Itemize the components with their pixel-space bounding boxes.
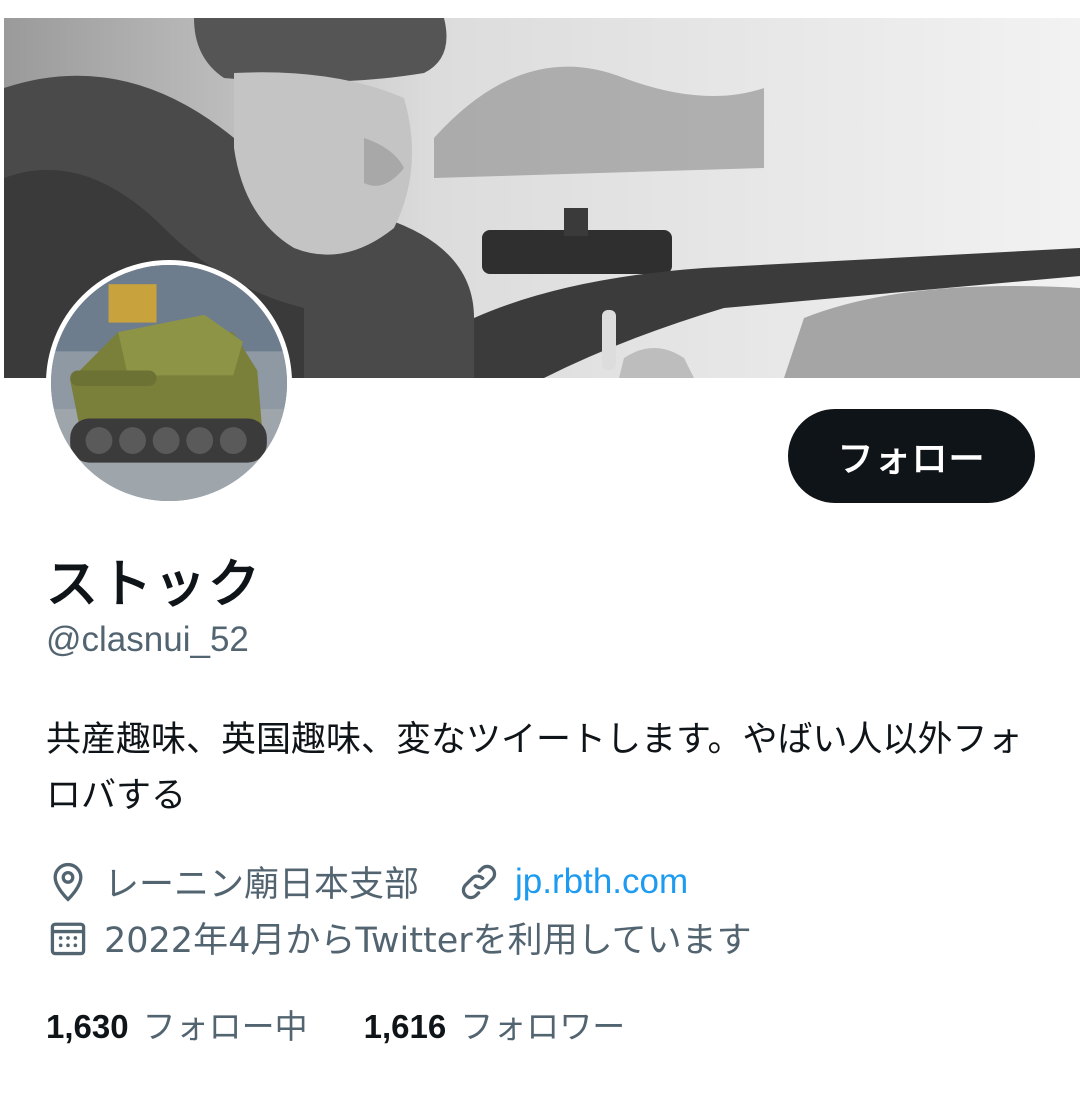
profile-stats: 1,630 フォロー中 1,616 フォロワー	[46, 1000, 625, 1048]
followers-link[interactable]: 1,616 フォロワー	[364, 1000, 626, 1048]
profile-joined-row: 2022年4月からTwitterを利用しています	[46, 912, 752, 963]
following-count: 1,630	[46, 1008, 129, 1045]
profile-page: フォロー ストック @clasnui_52 共産趣味、英国趣味、変なツイートしま…	[0, 0, 1080, 1105]
follow-button[interactable]: フォロー	[788, 409, 1035, 503]
location-pin-icon	[46, 860, 90, 904]
calendar-icon	[46, 916, 90, 960]
user-handle: @clasnui_52	[46, 620, 249, 659]
profile-location: レーニン廟日本支部	[104, 865, 420, 905]
profile-joined-date: 2022年4月からTwitterを利用しています	[104, 921, 752, 961]
link-icon	[457, 860, 501, 904]
profile-website-link[interactable]: jp.rbth.com	[515, 862, 688, 902]
following-label: フォロー中	[142, 1007, 308, 1046]
following-link[interactable]: 1,630 フォロー中	[46, 1000, 308, 1048]
profile-avatar[interactable]	[46, 260, 292, 506]
profile-bio: 共産趣味、英国趣味、変なツイートします。やばい人以外フォロバする	[46, 720, 1023, 816]
profile-meta-row: レーニン廟日本支部 jp.rbth.com	[46, 856, 688, 907]
followers-label: フォロワー	[460, 1007, 626, 1046]
display-name: ストック	[46, 555, 263, 615]
followers-count: 1,616	[363, 1008, 447, 1045]
avatar-image	[51, 265, 287, 501]
